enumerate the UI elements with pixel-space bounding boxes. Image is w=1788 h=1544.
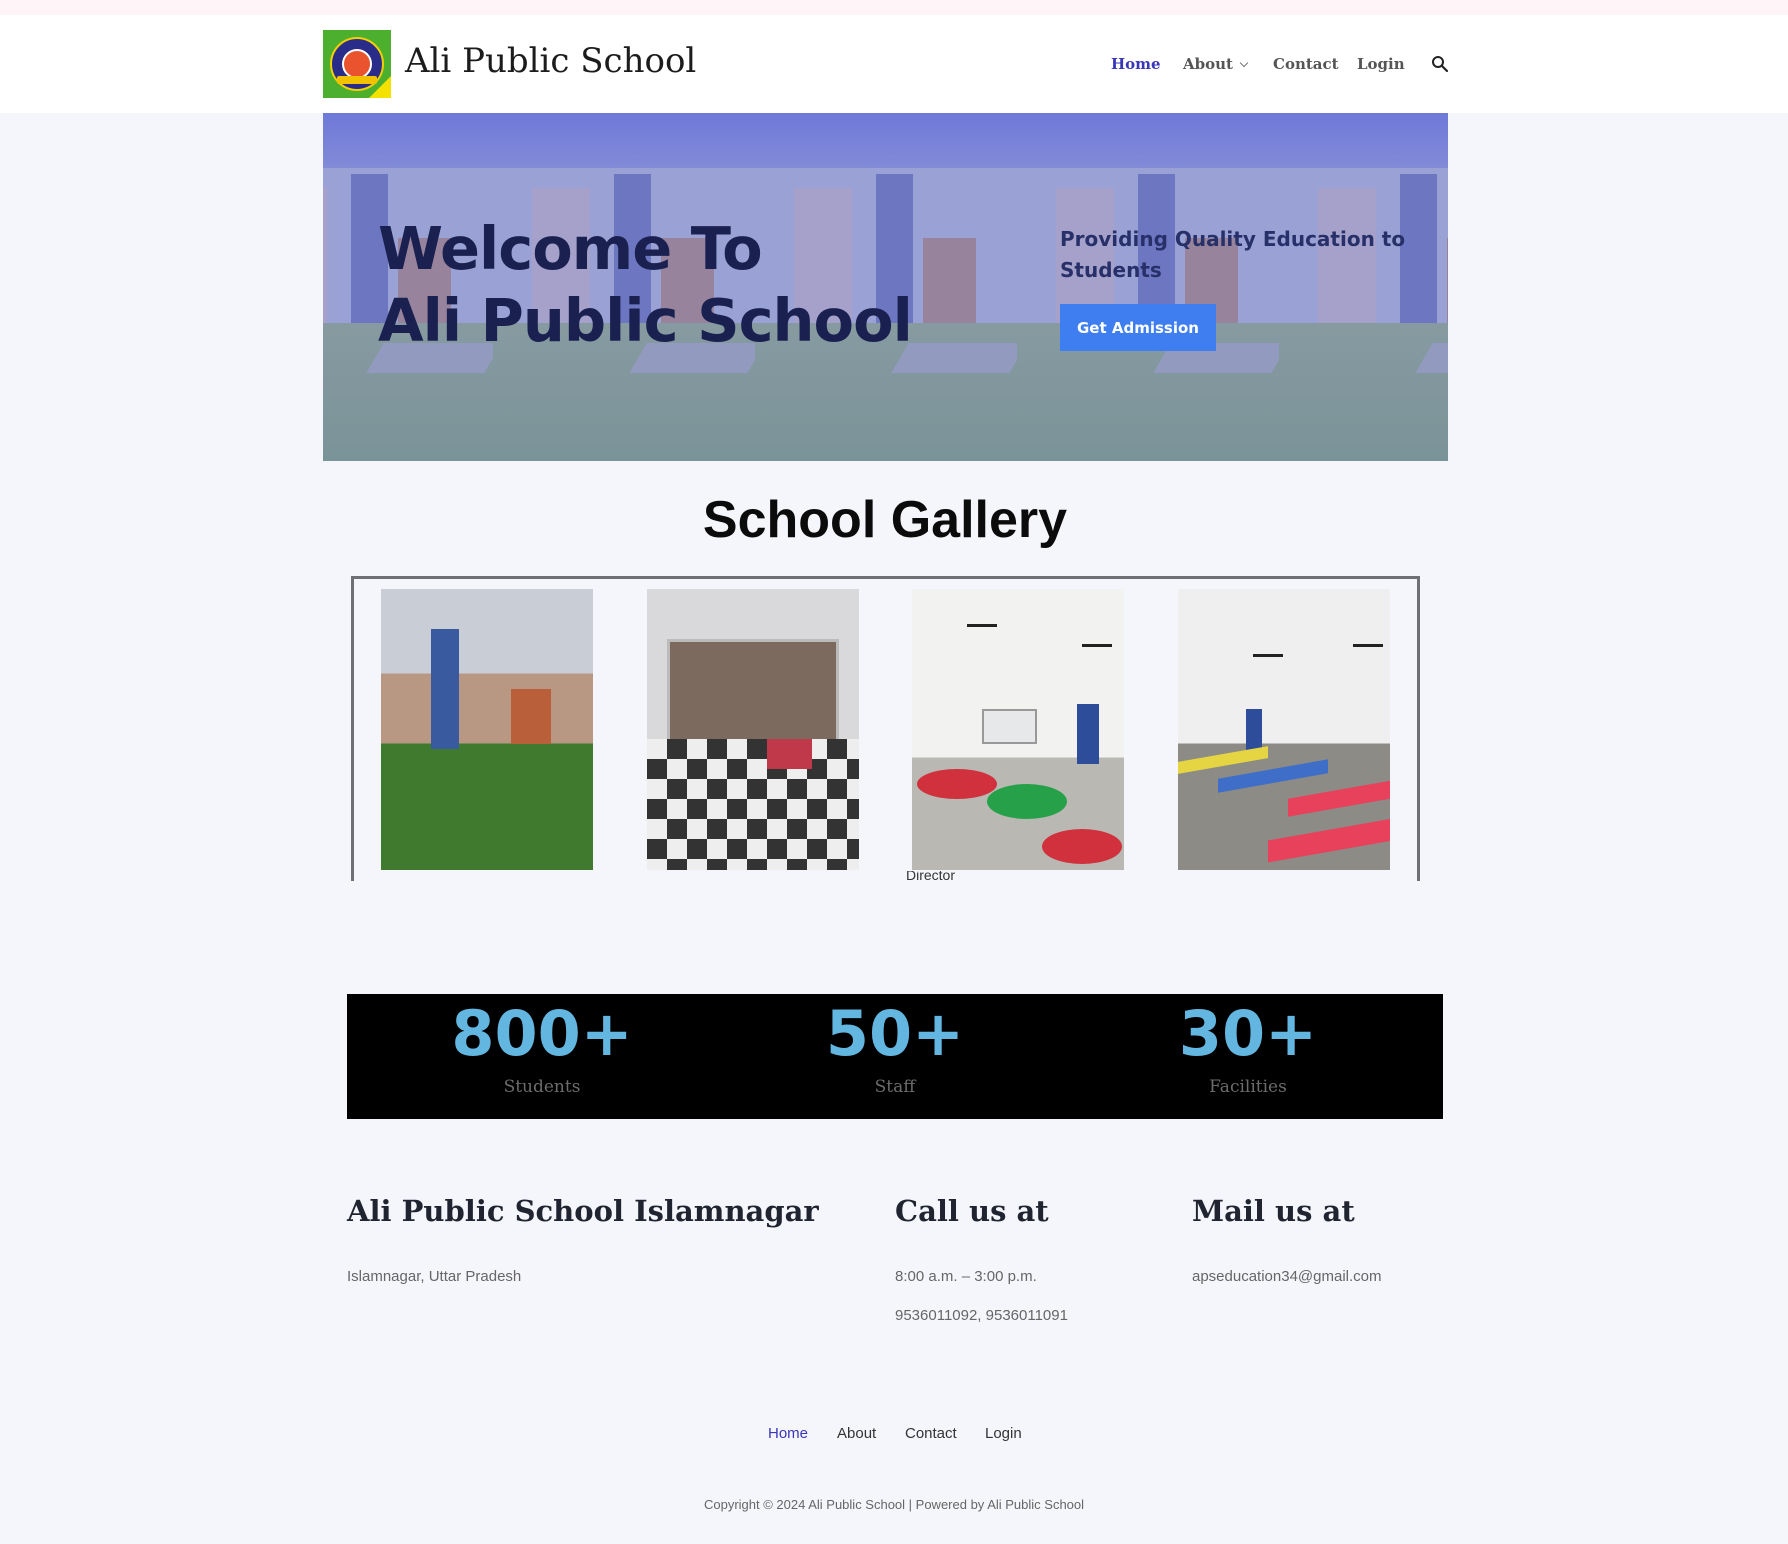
footer-email[interactable]: apseducation34@gmail.com — [1192, 1268, 1382, 1285]
footer-call-heading: Call us at — [895, 1194, 1049, 1228]
stat-facilities-value: 30+ — [1178, 997, 1318, 1070]
nav-login[interactable]: Login — [1357, 55, 1405, 73]
hero-banner: Welcome To Ali Public School Providing Q… — [323, 113, 1448, 461]
gallery-image-lobby[interactable] — [647, 589, 859, 870]
stats-bar: 800+ Students 50+ Staff 30+ Facilities — [347, 994, 1443, 1119]
hero-heading-line2: Ali Public School — [378, 286, 913, 355]
gallery-image-building[interactable] — [381, 589, 593, 870]
stat-students-value: 800+ — [451, 997, 633, 1070]
search-icon[interactable] — [1431, 55, 1449, 73]
gallery-image-classroom-desks[interactable] — [1178, 589, 1390, 870]
gallery-title: School Gallery — [702, 491, 1068, 549]
get-admission-button[interactable]: Get Admission — [1060, 304, 1216, 351]
stat-facilities-label: Facilities — [1209, 1077, 1287, 1097]
school-logo[interactable] — [323, 30, 391, 98]
footer-address: Islamnagar, Uttar Pradesh — [347, 1268, 522, 1285]
director-caption-partial: Director — [906, 871, 956, 881]
chevron-down-icon — [1239, 58, 1249, 68]
stat-staff-value: 50+ — [825, 997, 965, 1070]
footer-phones[interactable]: 9536011092, 9536011091 — [895, 1307, 1068, 1324]
footer-nav-contact[interactable]: Contact — [905, 1425, 957, 1442]
hero-heading-line1: Welcome To — [378, 214, 763, 283]
site-title[interactable]: Ali Public School — [405, 41, 696, 81]
site-header: Ali Public School Home About Contact Log… — [0, 15, 1788, 113]
nav-about[interactable]: About — [1183, 55, 1249, 73]
footer-hours: 8:00 a.m. – 3:00 p.m. — [895, 1268, 1037, 1285]
nav-about-label: About — [1183, 55, 1233, 73]
hero-tagline: Providing Quality Education to Students — [1060, 227, 1406, 282]
gallery-image-classroom-tables[interactable] — [912, 589, 1124, 870]
nav-contact[interactable]: Contact — [1273, 55, 1339, 73]
top-strip — [0, 0, 1788, 15]
footer-nav-login[interactable]: Login — [985, 1425, 1022, 1442]
copyright-text: Copyright © 2024 Ali Public School | Pow… — [703, 1497, 1085, 1512]
nav-home[interactable]: Home — [1111, 55, 1161, 73]
footer-nav-home[interactable]: Home — [768, 1425, 808, 1442]
footer-school-heading: Ali Public School Islamnagar — [347, 1194, 819, 1228]
logo-corner — [369, 76, 391, 98]
footer-nav-about[interactable]: About — [837, 1425, 876, 1442]
hero-heading: Welcome To Ali Public School — [378, 213, 913, 357]
stat-staff-label: Staff — [874, 1077, 916, 1097]
footer-mail-heading: Mail us at — [1192, 1194, 1355, 1228]
stat-students-label: Students — [503, 1077, 581, 1097]
logo-emblem-center — [342, 49, 372, 79]
